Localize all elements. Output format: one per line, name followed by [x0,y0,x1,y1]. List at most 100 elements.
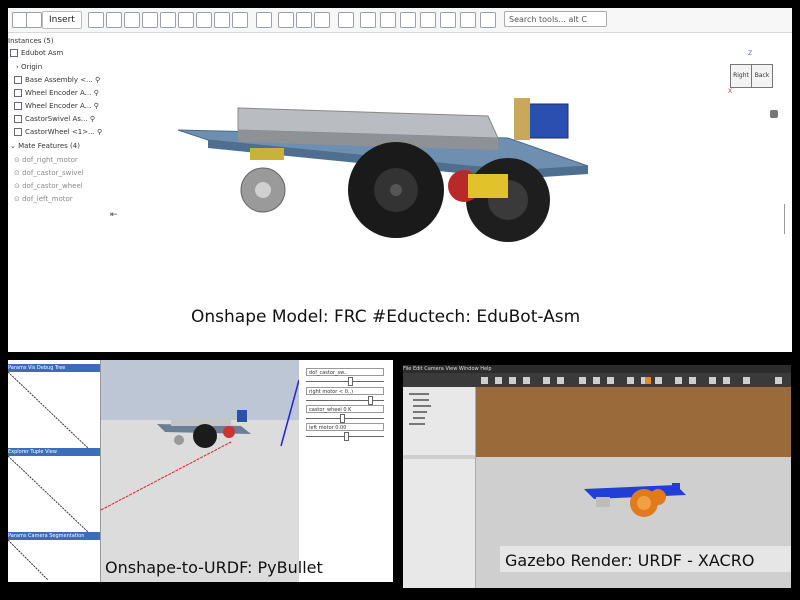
replicate-icon[interactable] [440,12,456,28]
part-icon [14,128,22,136]
assembly-tool-icon[interactable] [88,12,104,28]
slider-knob[interactable] [344,432,349,441]
align-icon[interactable] [709,377,716,384]
point-light-icon[interactable] [627,377,634,384]
mate-item-left-motor[interactable]: ⊙ dof_left_motor [14,194,73,204]
mate-item-castor-wheel[interactable]: ⊙ dof_castor_wheel [14,181,83,191]
revolute-mate-icon: ⊙ [14,169,23,177]
right-panel-edge[interactable] [784,204,792,234]
slider-left-motor[interactable] [306,432,384,441]
sphere-shape-icon[interactable] [593,377,600,384]
redo-icon[interactable] [26,12,42,28]
robot-3d-model [177,98,589,242]
fastened-mate-icon[interactable] [124,12,140,28]
explode-icon[interactable] [360,12,376,28]
slider-castor-wheel[interactable] [306,414,384,423]
planar-mate-icon[interactable] [178,12,194,28]
group-icon[interactable] [380,12,396,28]
gazebo-caption: Gazebo Render: URDF - XACRO [505,551,755,570]
mate-item-castor-swivel[interactable]: ⊙ dof_castor_swivel [14,168,84,178]
tree-item-base-assembly[interactable]: Base Assembly <... ⚲ [14,75,100,85]
rotate-tool-icon[interactable] [509,377,516,384]
tree-item-castor-swivel[interactable]: CastorSwivel As... ⚲ [14,114,95,124]
tree-line[interactable] [409,393,429,395]
pattern-icon[interactable] [400,12,416,28]
redo-icon[interactable] [557,377,564,384]
cylinder-tool-icon[interactable] [106,12,122,28]
tree-item-wheel-encoder-b[interactable]: Wheel Encoder A... ⚲ [14,101,99,111]
revolute-mate-icon: ⊙ [14,156,23,164]
gazebo-toolbar [403,373,791,387]
gear-relation-icon[interactable] [278,12,294,28]
cylindrical-mate-icon[interactable] [196,12,212,28]
view-options-icon[interactable] [770,110,778,118]
gazebo-wheel-rear [650,489,666,505]
slider-knob[interactable] [340,414,345,423]
pin-slot-mate-icon[interactable] [214,12,230,28]
select-tool-icon[interactable] [481,377,488,384]
pybullet-tab-bar-3[interactable]: Params Camera Segmentation [8,532,100,540]
mate-features-header[interactable]: ⌄ Mate Features (4) [10,141,80,151]
tree-item-castor-wheel[interactable]: CastorWheel <1>... ⚲ [14,127,102,137]
snap-icon[interactable] [723,377,730,384]
rack-relation-icon[interactable] [296,12,312,28]
param-castor-wheel[interactable]: castor_wheel 0 K [306,405,384,413]
translate-tool-icon[interactable] [495,377,502,384]
param-right-motor[interactable]: right motor < 0..) [306,387,384,395]
view-cube[interactable]: Z Right Back X [726,50,776,96]
pybullet-caption: Onshape-to-URDF: PyBullet [105,558,323,577]
undo-icon[interactable] [543,377,550,384]
slider-castor-swivel[interactable] [306,377,384,386]
pybullet-tab-bar-1[interactable]: Params Vis Debug Tree [8,364,100,372]
tree-item-wheel-encoder-a[interactable]: Wheel Encoder A... ⚲ [14,88,99,98]
orange-light-icon[interactable] [645,377,651,384]
param-castor-swivel[interactable]: dof_castor_sw.. [306,368,384,376]
cylinder-shape-icon[interactable] [607,377,614,384]
mate-item-right-motor[interactable]: ⊙ dof_right_motor [14,155,78,165]
gazebo-castor [596,497,610,507]
pybullet-3d-view[interactable] [101,360,299,582]
slider-knob[interactable] [368,396,373,405]
cube-face-back[interactable]: Back [751,64,773,88]
directional-light-icon[interactable] [655,377,662,384]
gazebo-toolbar-icons [481,377,782,384]
search-tools-input[interactable]: Search tools... alt C [504,11,607,27]
table-icon[interactable] [338,12,354,28]
gazebo-menu-bar[interactable]: File Edit Camera View Window Help [403,365,791,373]
screenshot-icon[interactable] [743,377,750,384]
mate-connector-icon[interactable] [256,12,272,28]
pybullet-param-panel: dof_castor_sw.. right motor < 0..) casto… [300,360,393,582]
screw-relation-icon[interactable] [314,12,330,28]
section-view-icon[interactable] [480,12,496,28]
tree-line[interactable] [409,423,425,425]
slider-right-motor[interactable] [306,396,384,405]
instances-header[interactable]: Instances (5) [8,36,54,46]
record-icon[interactable] [775,377,782,384]
slider-knob[interactable] [348,377,353,386]
x-axis-line [101,441,232,511]
revolute-mate-icon[interactable] [142,12,158,28]
tree-line[interactable] [413,399,429,401]
tree-line[interactable] [413,405,431,407]
cube-face-right[interactable]: Right [730,64,752,88]
measure-icon[interactable] [460,12,476,28]
tree-line[interactable] [413,411,427,413]
pybullet-tab-bar-2[interactable]: Explorer Tuple View [8,448,100,456]
debug-line-3 [8,540,49,580]
scale-tool-icon[interactable] [523,377,530,384]
box-shape-icon[interactable] [579,377,586,384]
slider-mate-icon[interactable] [160,12,176,28]
assembly-root[interactable]: Edubot Asm [10,48,63,58]
tree-line[interactable] [413,417,425,419]
insert-button[interactable]: Insert [42,11,82,29]
mirror-icon[interactable] [420,12,436,28]
link-icon: ⚲ [93,102,99,110]
copy-icon[interactable] [675,377,682,384]
part-icon [14,89,22,97]
collapse-tree-icon[interactable]: ⇤ [110,210,118,220]
paste-icon[interactable] [689,377,696,384]
ball-mate-icon[interactable] [232,12,248,28]
property-header[interactable] [403,455,475,459]
param-left-motor[interactable]: left motor 0.00 [306,423,384,431]
tree-item-origin[interactable]: › Origin [16,62,42,72]
